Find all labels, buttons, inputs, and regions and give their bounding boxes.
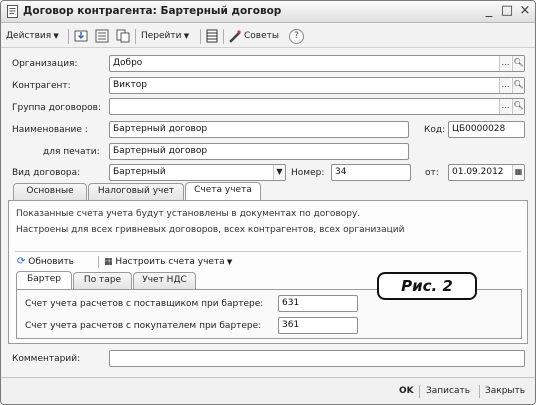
name-value: Бартерный договор <box>113 124 208 134</box>
print-name-field[interactable]: Бартерный договор <box>109 143 409 160</box>
select-button[interactable]: … <box>499 56 511 71</box>
goto-menu[interactable]: Перейти ▼ <box>141 29 189 44</box>
info-text-line2: Настроены для всех гривневых договоров, … <box>16 225 405 235</box>
list-icon[interactable] <box>95 29 109 43</box>
contractor-value: Виктор <box>113 80 147 90</box>
contractor-label: Контрагент: <box>12 81 71 91</box>
close-window-button[interactable]: × <box>518 4 532 18</box>
buyer-account-field[interactable]: 361 <box>278 317 358 334</box>
buyer-account-label: Счет учета расчетов с покупателем при ба… <box>25 321 262 331</box>
supplier-account-label: Счет учета расчетов с поставщиком при ба… <box>25 299 264 309</box>
contractor-field[interactable]: Виктор … 🔍︎ <box>109 77 525 94</box>
contract-kind-select[interactable]: Бартерный ▼ <box>109 164 286 181</box>
toolbar-divider <box>98 256 99 268</box>
buyer-account-value: 361 <box>282 320 300 330</box>
refresh-label: Обновить <box>28 257 74 267</box>
maximize-button[interactable]: □ <box>500 4 514 18</box>
contract-kind-value: Бартерный <box>113 167 166 177</box>
tab-main[interactable]: Основные <box>13 183 87 200</box>
divider <box>419 385 420 398</box>
contract-window: Договор контрагента: Бартерный договор _… <box>0 0 536 405</box>
divider <box>479 385 480 398</box>
actions-menu[interactable]: Действия ▼ <box>6 29 59 44</box>
close-button[interactable]: Закрыть <box>485 382 525 400</box>
search-icon[interactable]: 🔍︎ <box>512 56 524 71</box>
contract-group-label: Группа договоров: <box>12 103 102 113</box>
refresh-button[interactable]: ⟳ Обновить <box>17 255 74 269</box>
date-field[interactable]: 01.09.2012 ▦ <box>448 164 525 181</box>
supplier-account-value: 631 <box>282 298 300 308</box>
toolbar: Действия ▼ Перейти ▼ Советы ? <box>1 24 535 48</box>
footer-bar: OK Записать Закрыть <box>1 377 535 404</box>
grid-icon: ▦ <box>104 257 113 267</box>
date-label: от: <box>425 168 439 178</box>
title-bar[interactable]: Договор контрагента: Бартерный договор _… <box>1 1 535 23</box>
number-label: Номер: <box>291 168 325 178</box>
refresh-icon: ⟳ <box>17 256 26 267</box>
minimize-button[interactable]: _ <box>482 4 496 18</box>
toolbar-divider <box>200 29 201 44</box>
divider <box>15 251 521 252</box>
chevron-down-icon: ▼ <box>224 258 233 266</box>
comment-field[interactable] <box>109 350 525 367</box>
table-icon[interactable] <box>205 29 219 43</box>
subtab-barter[interactable]: Бартер <box>16 271 72 289</box>
name-label: Наименование : <box>12 125 88 135</box>
help-icon[interactable]: ? <box>289 29 304 44</box>
save-button[interactable]: Записать <box>426 382 470 400</box>
copy-icon[interactable] <box>116 29 130 43</box>
toolbar-divider <box>68 29 69 44</box>
supplier-account-field[interactable]: 631 <box>278 295 358 312</box>
search-icon[interactable]: 🔍︎ <box>512 78 524 93</box>
contract-group-field[interactable]: … 🔍︎ <box>109 98 525 115</box>
select-button[interactable]: … <box>499 99 511 114</box>
subtab-vat[interactable]: Учет НДС <box>133 272 196 289</box>
advice-icon <box>228 29 242 43</box>
toolbar-divider <box>223 29 224 44</box>
chevron-down-icon: ▼ <box>181 32 190 40</box>
toolbar-divider <box>135 29 136 44</box>
calendar-icon[interactable]: ▦ <box>512 165 524 180</box>
chevron-down-icon: ▼ <box>51 32 59 40</box>
code-value: ЦБ0000028 <box>452 124 506 134</box>
print-name-value: Бартерный договор <box>113 146 208 156</box>
print-name-label: для печати: <box>43 147 100 157</box>
figure-callout: Рис. 2 <box>377 272 477 300</box>
date-value: 01.09.2012 <box>452 167 504 177</box>
advice-button[interactable]: Советы <box>244 29 279 44</box>
document-icon <box>6 5 19 18</box>
goto-label: Перейти <box>141 31 182 41</box>
code-field[interactable]: ЦБ0000028 <box>448 121 525 138</box>
number-value: 34 <box>335 167 347 177</box>
code-label: Код: <box>424 125 446 135</box>
window-title: Договор контрагента: Бартерный договор <box>23 5 282 17</box>
organization-field[interactable]: Добро … 🔍︎ <box>109 55 525 72</box>
actions-label: Действия <box>6 31 52 41</box>
configure-label: Настроить счета учета <box>115 257 225 267</box>
organization-label: Организация: <box>12 59 78 69</box>
subtab-container[interactable]: По таре <box>73 272 132 289</box>
comment-label: Комментарий: <box>12 354 81 364</box>
configure-accounts-button[interactable]: ▦ Настроить счета учета ▼ <box>104 255 232 269</box>
ok-button[interactable]: OK <box>399 382 414 400</box>
chevron-down-icon[interactable]: ▼ <box>273 165 285 180</box>
select-button[interactable]: … <box>499 78 511 93</box>
tab-tax[interactable]: Налоговый учет <box>88 183 184 200</box>
info-text-line1: Показанные счета учета будут установлены… <box>16 209 361 219</box>
contract-kind-label: Вид договора: <box>12 168 81 178</box>
save-down-icon[interactable] <box>74 29 88 43</box>
number-field[interactable]: 34 <box>331 164 411 181</box>
search-icon[interactable]: 🔍︎ <box>512 99 524 114</box>
name-field[interactable]: Бартерный договор <box>109 121 409 138</box>
tab-accounts[interactable]: Счета учета <box>185 182 261 200</box>
organization-value: Добро <box>113 58 143 68</box>
